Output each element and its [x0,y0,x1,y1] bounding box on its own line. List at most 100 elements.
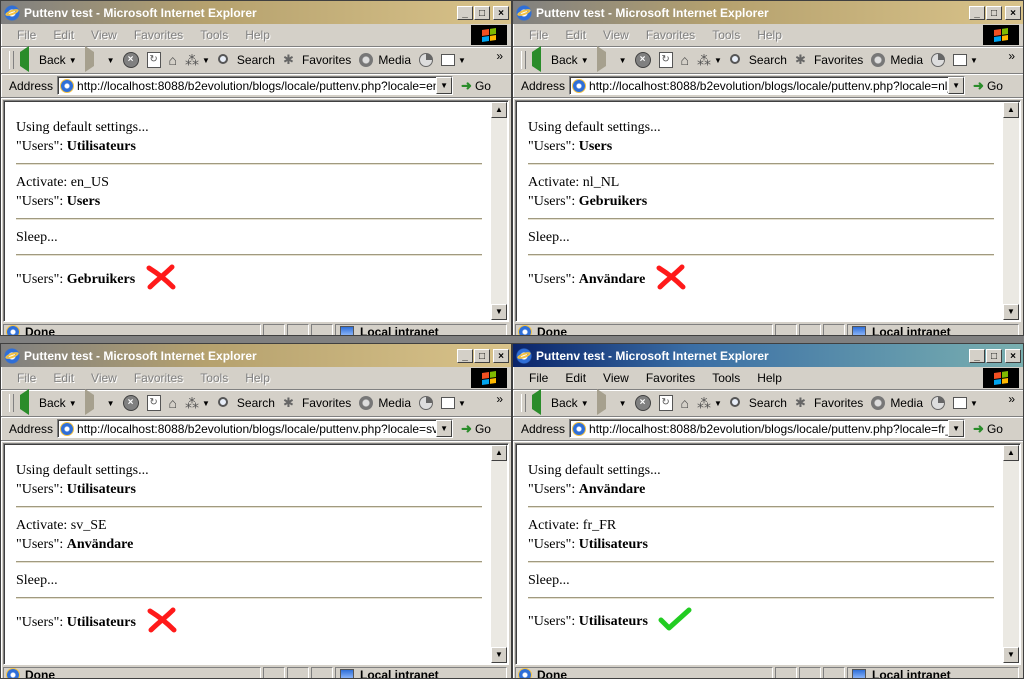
media-button[interactable]: Media [359,395,411,411]
close-button[interactable]: × [1005,5,1021,20]
fonts-button[interactable]: ⁂ ▼ [697,395,722,411]
menu-view[interactable]: View [597,28,635,42]
fonts-button[interactable]: ⁂ ▼ [185,52,210,68]
media-button[interactable]: Media [871,52,923,68]
stop-button[interactable]: × [122,395,139,411]
address-url[interactable]: http://localhost:8088/b2evolution/blogs/… [589,79,948,93]
favorites-button[interactable]: ✱ Favorites [283,52,351,68]
chevron-down-icon[interactable]: ▼ [69,399,77,408]
chevron-down-icon[interactable]: ▼ [107,56,115,65]
toolbar-overflow-chevron[interactable]: » [496,49,503,63]
menu-favorites[interactable]: Favorites [640,28,701,42]
menu-view[interactable]: View [597,371,635,385]
mail-button[interactable]: ▼ [953,54,978,66]
back-button[interactable]: Back ▼ [532,389,589,415]
menu-tools[interactable]: Tools [194,371,234,385]
address-dropdown-button[interactable]: ▼ [948,77,965,94]
chevron-down-icon[interactable]: ▼ [581,399,589,408]
menu-tools[interactable]: Tools [706,371,746,385]
toolbar-grip[interactable] [521,394,526,412]
security-zone[interactable]: Local intranet [335,324,507,335]
scroll-up-button[interactable]: ▲ [491,445,507,461]
chevron-down-icon[interactable]: ▼ [202,399,210,408]
menu-favorites[interactable]: Favorites [128,371,189,385]
menu-help[interactable]: Help [239,371,276,385]
mail-button[interactable]: ▼ [441,54,466,66]
security-zone[interactable]: Local intranet [847,667,1019,678]
stop-button[interactable]: × [634,395,651,411]
scroll-down-button[interactable]: ▼ [1003,304,1019,320]
menu-edit[interactable]: Edit [47,371,80,385]
scroll-down-button[interactable]: ▼ [491,647,507,663]
close-button[interactable]: × [493,348,509,363]
go-button[interactable]: ➜ Go [461,421,491,437]
scroll-down-button[interactable]: ▼ [1003,647,1019,663]
chevron-down-icon[interactable]: ▼ [970,56,978,65]
vertical-scrollbar[interactable]: ▲ ▼ [1003,102,1019,320]
chevron-down-icon[interactable]: ▼ [619,56,627,65]
mail-button[interactable]: ▼ [441,397,466,409]
refresh-button[interactable]: ↻ [658,395,673,411]
chevron-down-icon[interactable]: ▼ [714,399,722,408]
chevron-down-icon[interactable]: ▼ [619,399,627,408]
home-button[interactable]: ⌂ [681,395,689,411]
fonts-button[interactable]: ⁂ ▼ [697,52,722,68]
menu-view[interactable]: View [85,28,123,42]
search-button[interactable]: Search [217,395,275,411]
maximize-button[interactable]: □ [986,348,1002,363]
go-button[interactable]: ➜ Go [973,421,1003,437]
close-button[interactable]: × [493,5,509,20]
maximize-button[interactable]: □ [986,5,1002,20]
favorites-button[interactable]: ✱ Favorites [795,395,863,411]
favorites-button[interactable]: ✱ Favorites [795,52,863,68]
back-button[interactable]: Back ▼ [20,389,77,415]
back-button[interactable]: Back ▼ [532,46,589,72]
chevron-down-icon[interactable]: ▼ [458,399,466,408]
chevron-down-icon[interactable]: ▼ [581,56,589,65]
home-button[interactable]: ⌂ [681,52,689,68]
fonts-button[interactable]: ⁂ ▼ [185,395,210,411]
history-button[interactable] [419,53,433,67]
history-button[interactable] [419,396,433,410]
toolbar-overflow-chevron[interactable]: » [1008,49,1015,63]
menu-tools[interactable]: Tools [706,28,746,42]
address-url[interactable]: http://localhost:8088/b2evolution/blogs/… [589,422,948,436]
menu-file[interactable]: File [523,28,554,42]
title-bar[interactable]: Puttenv test - Microsoft Internet Explor… [1,1,511,24]
search-button[interactable]: Search [729,52,787,68]
title-bar[interactable]: Puttenv test - Microsoft Internet Explor… [1,344,511,367]
menu-help[interactable]: Help [239,28,276,42]
chevron-down-icon[interactable]: ▼ [69,56,77,65]
menu-file[interactable]: File [523,371,554,385]
history-button[interactable] [931,53,945,67]
search-button[interactable]: Search [217,52,275,68]
scroll-up-button[interactable]: ▲ [491,102,507,118]
address-input[interactable]: http://localhost:8088/b2evolution/blogs/… [569,419,966,438]
close-button[interactable]: × [1005,348,1021,363]
minimize-button[interactable]: _ [457,348,473,363]
toolbar-overflow-chevron[interactable]: » [496,392,503,406]
home-button[interactable]: ⌂ [169,52,177,68]
toolbar-grip[interactable] [9,394,14,412]
menu-file[interactable]: File [11,28,42,42]
minimize-button[interactable]: _ [969,348,985,363]
stop-button[interactable]: × [634,52,651,68]
scroll-down-button[interactable]: ▼ [491,304,507,320]
go-button[interactable]: ➜ Go [973,78,1003,94]
menu-tools[interactable]: Tools [194,28,234,42]
chevron-down-icon[interactable]: ▼ [202,56,210,65]
address-url[interactable]: http://localhost:8088/b2evolution/blogs/… [77,422,436,436]
menu-edit[interactable]: Edit [559,28,592,42]
menu-help[interactable]: Help [751,28,788,42]
address-url[interactable]: http://localhost:8088/b2evolution/blogs/… [77,79,436,93]
title-bar[interactable]: Puttenv test - Microsoft Internet Explor… [513,344,1023,367]
refresh-button[interactable]: ↻ [658,52,673,68]
address-input[interactable]: http://localhost:8088/b2evolution/blogs/… [57,76,454,95]
refresh-button[interactable]: ↻ [146,52,161,68]
back-button[interactable]: Back ▼ [20,46,77,72]
toolbar-grip[interactable] [9,51,14,69]
minimize-button[interactable]: _ [457,5,473,20]
maximize-button[interactable]: □ [474,348,490,363]
scroll-up-button[interactable]: ▲ [1003,445,1019,461]
address-input[interactable]: http://localhost:8088/b2evolution/blogs/… [569,76,966,95]
